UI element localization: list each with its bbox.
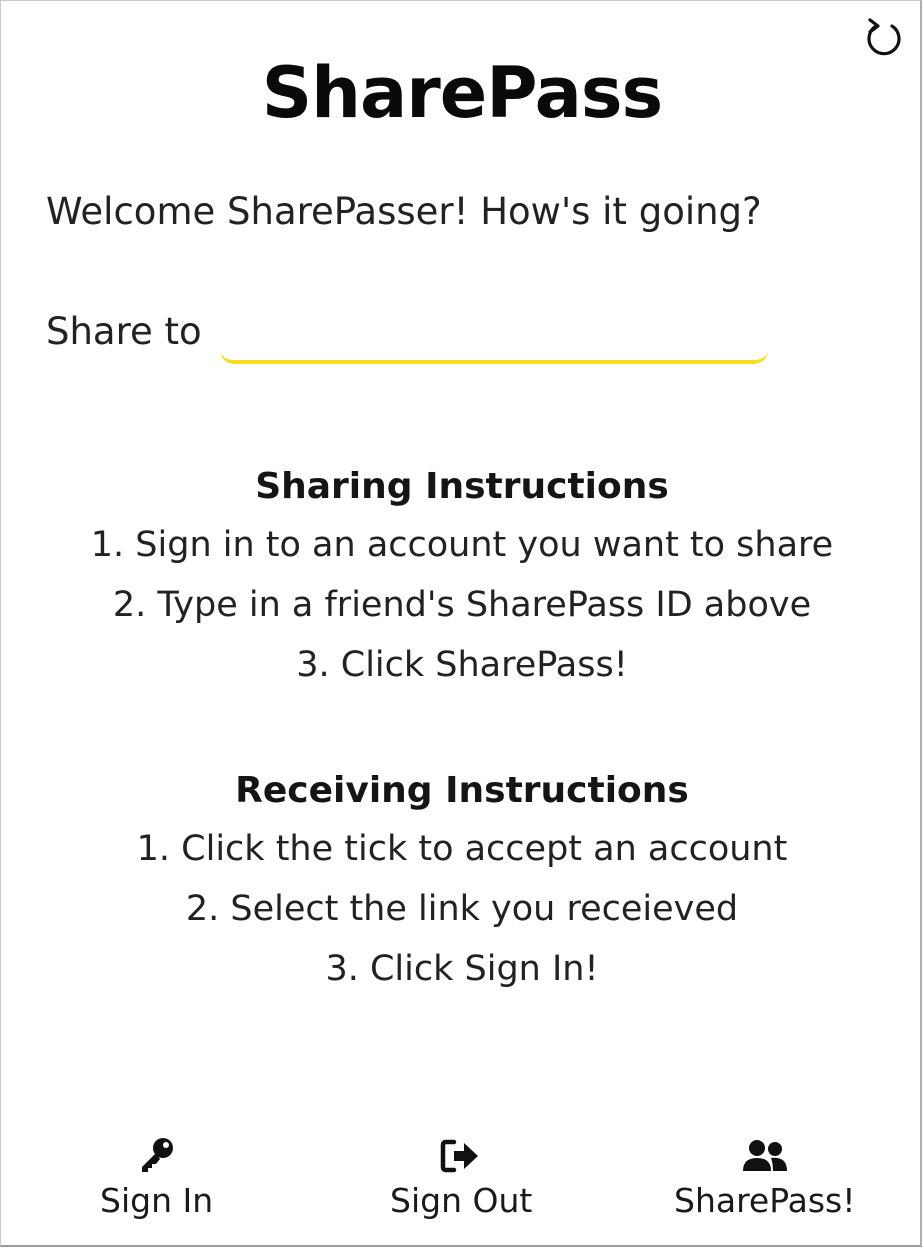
sharing-step: 3. Click SharePass!: [296, 645, 628, 685]
receiving-step: 2. Select the link you receieved: [185, 889, 739, 929]
sharing-instructions: Sharing Instructions 1. Sign in to an ac…: [0, 466, 924, 695]
sign-out-button[interactable]: Sign Out: [390, 1137, 532, 1220]
receiving-instructions: Receiving Instructions 1. Click the tick…: [0, 770, 924, 999]
key-icon: [141, 1138, 173, 1172]
welcome-message: Welcome SharePasser! How's it going?: [46, 190, 762, 233]
app-title: SharePass: [261, 52, 663, 134]
bottom-nav: Sign In Sign Out SharePass!: [0, 1135, 924, 1230]
sign-out-icon: [440, 1139, 479, 1173]
sign-in-label: Sign In: [100, 1181, 214, 1220]
sign-in-button[interactable]: Sign In: [100, 1135, 213, 1220]
share-row: Share to: [46, 310, 768, 364]
share-to-label: Share to: [46, 310, 202, 353]
sharing-step: 2. Type in a friend's SharePass ID above: [112, 585, 812, 625]
share-to-input[interactable]: [219, 310, 768, 364]
sign-out-label: Sign Out: [390, 1181, 533, 1220]
sharepass-button[interactable]: SharePass!: [674, 1137, 855, 1220]
receiving-instructions-heading: Receiving Instructions: [235, 770, 689, 811]
users-icon: [742, 1140, 787, 1171]
receiving-step: 1. Click the tick to accept an account: [136, 829, 788, 869]
sharing-step: 1. Sign in to an account you want to sha…: [90, 525, 834, 565]
sharepass-label: SharePass!: [674, 1181, 856, 1220]
sharing-instructions-heading: Sharing Instructions: [255, 466, 669, 507]
receiving-step: 3. Click Sign In!: [325, 949, 599, 989]
